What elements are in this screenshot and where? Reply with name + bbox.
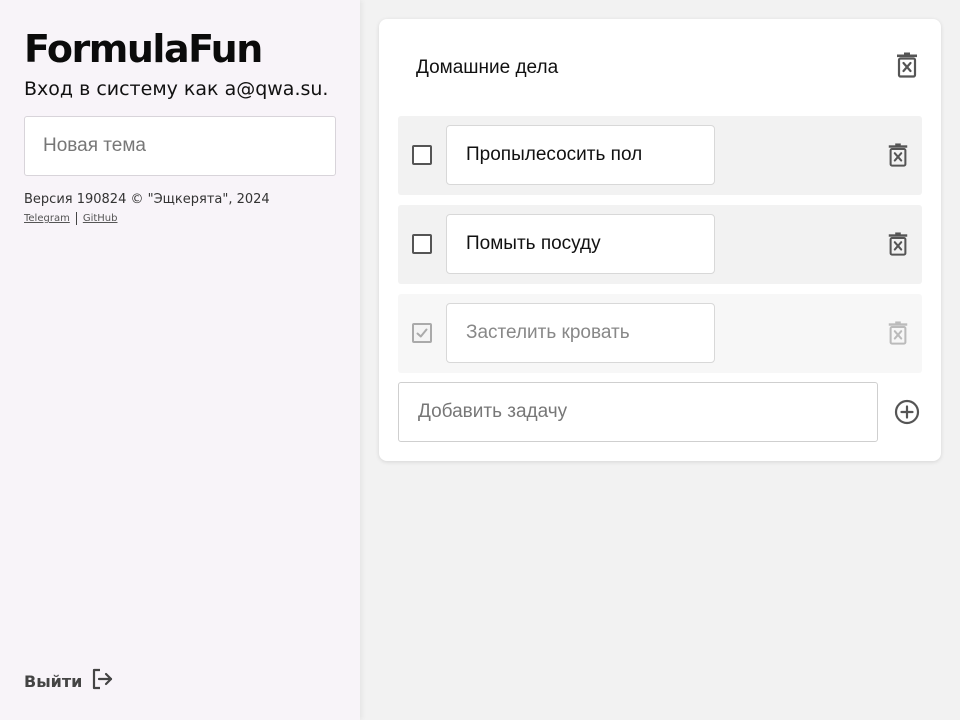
delete-list-icon[interactable]: [894, 52, 920, 83]
task-list-card: Домашние дела: [379, 19, 941, 461]
app-root: FormulaFun Вход в систему как a@qwa.su. …: [0, 0, 960, 720]
delete-task-icon[interactable]: [886, 321, 910, 350]
plus-circle-icon[interactable]: [894, 399, 920, 430]
task-text-field[interactable]: [446, 214, 715, 274]
logout-label: Выйти: [24, 672, 83, 691]
telegram-link[interactable]: Telegram: [24, 213, 70, 224]
github-link[interactable]: GitHub: [83, 213, 118, 224]
login-status: Вход в систему как a@qwa.su.: [24, 78, 329, 100]
sidebar: FormulaFun Вход в систему как a@qwa.su. …: [0, 0, 360, 720]
logout-icon: [90, 667, 114, 696]
task-checkbox[interactable]: [412, 145, 432, 165]
task-text-field[interactable]: [446, 303, 715, 363]
task-item: [398, 205, 922, 284]
new-topic-input[interactable]: [24, 116, 336, 176]
app-logo: FormulaFun: [24, 27, 263, 71]
task-checkbox-checked[interactable]: [412, 323, 432, 343]
add-task-input[interactable]: [398, 382, 878, 442]
task-list-title: Домашние дела: [416, 57, 559, 78]
delete-task-icon[interactable]: [886, 143, 910, 172]
check-icon: [416, 328, 428, 338]
task-item-completed: [398, 294, 922, 373]
version-text: Версия 190824 © "Эщкерята", 2024: [24, 192, 270, 207]
footer-links: Telegram GitHub: [24, 212, 117, 225]
link-divider: [75, 212, 77, 225]
logout-button[interactable]: Выйти: [24, 667, 114, 696]
task-text-field[interactable]: [446, 125, 715, 185]
task-item: [398, 116, 922, 195]
delete-task-icon[interactable]: [886, 232, 910, 261]
task-checkbox[interactable]: [412, 234, 432, 254]
